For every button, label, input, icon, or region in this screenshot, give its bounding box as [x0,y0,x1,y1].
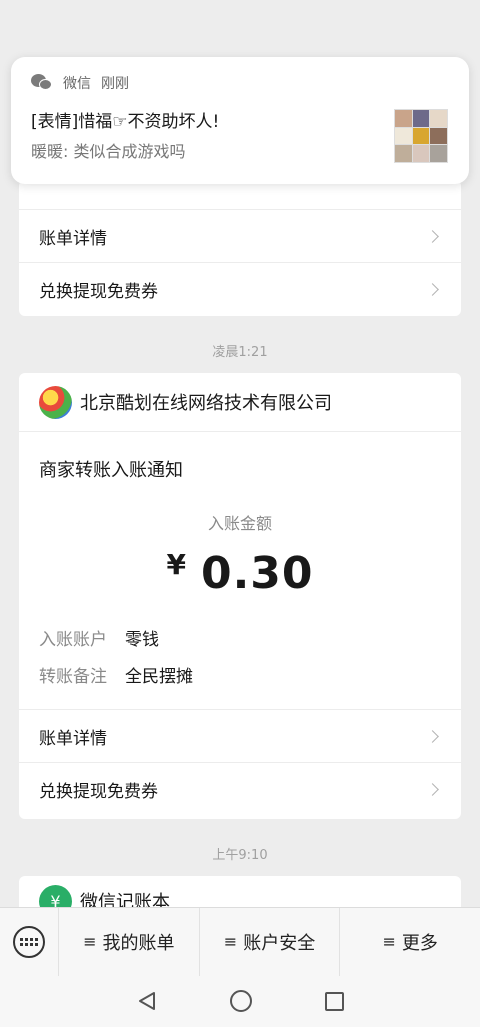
note-key: 转账备注 [39,667,107,687]
recent-apps-icon[interactable] [324,991,344,1011]
menu-icon: ≡ [223,932,238,951]
timestamp: 凌晨1:21 [212,345,268,360]
note-row: 转账备注 全民摆摊 [19,662,461,687]
amount: ¥0.30 [19,548,461,599]
menu-icon: ≡ [83,932,97,951]
account-row: 入账账户 零钱 [19,625,461,650]
bill-details-row[interactable]: 账单详情 [19,709,461,762]
transfer-notification-card[interactable]: 北京酷划在线网络技术有限公司 商家转账入账通知 入账金额 ¥0.30 入账账户 … [19,373,461,819]
card-title: 商家转账入账通知 [39,460,183,481]
redeem-coupon-label: 兑换提现免费券 [39,281,158,302]
currency-symbol: ¥ [166,548,187,581]
amount-value: 0.30 [200,548,314,599]
chevron-right-icon [426,229,439,243]
menu-my-bills-label: 我的账单 [102,932,175,954]
notification-body: 暖暖: 类似合成游戏吗 [31,142,186,161]
account-key: 入账账户 [39,630,107,650]
menu-account-security-label: 账户安全 [243,932,316,954]
menu-more-label: 更多 [401,932,438,954]
merchant-avatar [39,385,72,419]
timestamp: 上午9:10 [212,848,268,863]
note-value: 全民摆摊 [125,667,193,687]
keyboard-toggle-button[interactable] [0,908,58,976]
chevron-right-icon [426,282,439,296]
bill-details-row[interactable]: 账单详情 [19,209,461,262]
chevron-right-icon [426,782,439,796]
merchant-header[interactable]: 北京酷划在线网络技术有限公司 [19,373,461,432]
menu-more[interactable]: ≡ 更多 [339,907,480,976]
notification-header: 微信 刚刚 [31,73,449,93]
redeem-coupon-label: 兑换提现免费券 [39,781,158,802]
account-value: 零钱 [125,630,159,650]
back-icon[interactable] [136,990,158,1012]
redeem-coupon-row[interactable]: 兑换提现免费券 [19,262,461,315]
wechat-icon [31,74,53,92]
notification-title: [表情]惜福☞不资助坏人! [31,112,220,132]
amount-label: 入账金额 [207,514,272,533]
chevron-right-icon [426,729,439,743]
home-icon[interactable] [230,990,253,1012]
keyboard-icon [13,925,45,958]
previous-transfer-card: 账单详情 兑换提现免费券 [19,180,461,316]
merchant-name: 北京酷划在线网络技术有限公司 [80,393,332,414]
notification-banner[interactable]: 微信 刚刚 [表情]惜福☞不资助坏人! 暖暖: 类似合成游戏吗 [11,57,469,184]
system-navigation-bar [0,975,480,1027]
menu-icon: ≡ [382,932,396,951]
menu-my-bills[interactable]: ≡ 我的账单 [58,907,199,976]
group-avatar-thumbnail [394,109,448,163]
menu-account-security[interactable]: ≡ 账户安全 [198,907,340,976]
bill-details-label: 账单详情 [39,728,107,749]
bill-details-label: 账单详情 [39,228,107,249]
notification-app-name: 微信 [63,76,91,92]
service-menu-bar: ≡ 我的账单 ≡ 账户安全 ≡ 更多 [0,907,480,976]
redeem-coupon-row[interactable]: 兑换提现免费券 [19,762,461,815]
notification-time: 刚刚 [101,76,129,92]
